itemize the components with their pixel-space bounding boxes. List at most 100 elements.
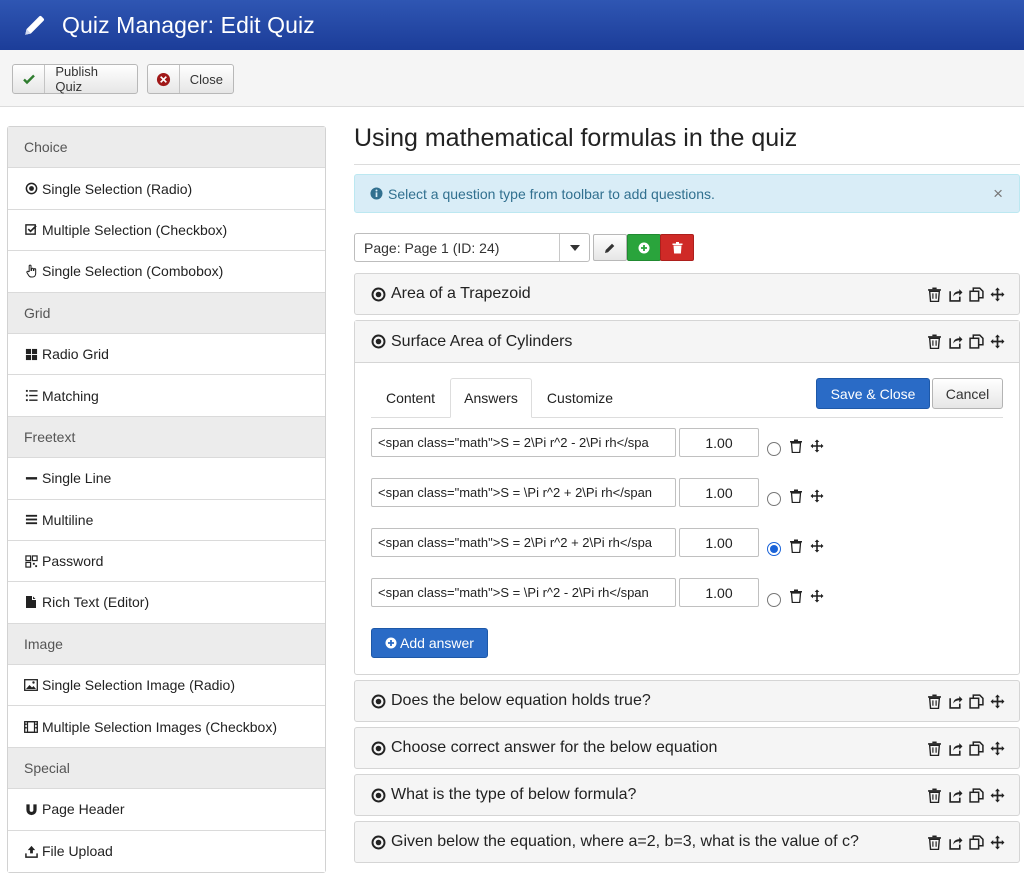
copy-icon[interactable] (969, 741, 984, 756)
answer-score-input[interactable]: 1.00 (679, 578, 759, 607)
tab-customize[interactable]: Customize (532, 378, 628, 418)
add-page-button[interactable] (627, 234, 661, 261)
sidebar-item-file-upload[interactable]: File Upload (8, 830, 325, 873)
trash-icon[interactable] (789, 539, 803, 553)
sidebar-item-label: Single Selection (Combobox) (42, 263, 224, 280)
sidebar-group-choice: Choice (8, 127, 325, 169)
radio-dot-icon (24, 182, 38, 196)
share-icon[interactable] (948, 287, 963, 302)
save-close-button[interactable]: Save & Close (816, 378, 930, 409)
answer-text-input[interactable]: <span class="math">S = \Pi r^2 + 2\Pi rh… (371, 478, 676, 507)
sidebar-item-single-selection-image[interactable]: Single Selection Image (Radio) (8, 665, 325, 707)
move-icon[interactable] (810, 589, 824, 603)
trash-icon[interactable] (927, 788, 942, 803)
sidebar-item-label: File Upload (42, 843, 113, 860)
answer-score-input[interactable]: 1.00 (679, 428, 759, 457)
minus-icon (24, 471, 38, 485)
sidebar-item-label: Single Selection Image (Radio) (42, 677, 235, 694)
sidebar-item-rich-text-editor[interactable]: Rich Text (Editor) (8, 582, 325, 624)
move-icon[interactable] (990, 694, 1005, 709)
grid-icon (24, 347, 38, 361)
question-actions (927, 694, 1005, 709)
tab-content[interactable]: Content (371, 378, 450, 418)
question-panel[interactable]: What is the type of below formula? (354, 774, 1020, 816)
sidebar-group-special: Special (8, 747, 325, 790)
copy-icon[interactable] (969, 788, 984, 803)
trash-icon[interactable] (789, 439, 803, 453)
sidebar-item-radio-grid[interactable]: Radio Grid (8, 333, 325, 376)
sidebar-item-multiple-selection-images[interactable]: Multiple Selection Images (Checkbox) (8, 706, 325, 748)
cancel-button[interactable]: Cancel (932, 378, 1003, 409)
copy-icon[interactable] (969, 287, 984, 302)
add-answer-button[interactable]: Add answer (371, 628, 488, 658)
info-circle-icon (370, 187, 383, 200)
copy-icon[interactable] (969, 334, 984, 349)
share-icon[interactable] (948, 694, 963, 709)
sidebar-item-password[interactable]: Password (8, 540, 325, 583)
question-title: Surface Area of Cylinders (391, 332, 573, 350)
page-title: Quiz Manager: Edit Quiz (62, 11, 315, 38)
close-label: Close (189, 71, 223, 87)
correct-answer-radio[interactable] (767, 492, 781, 506)
correct-answer-radio-selected[interactable] (767, 542, 781, 556)
sidebar-item-matching[interactable]: Matching (8, 375, 325, 417)
question-panel-expanded: Surface Area of Cylinders Content Answer… (354, 320, 1020, 675)
move-icon[interactable] (990, 741, 1005, 756)
tab-answers[interactable]: Answers (450, 378, 532, 418)
trash-icon[interactable] (927, 334, 942, 349)
answer-text-input[interactable]: <span class="math">S = 2\Pi r^2 - 2\Pi r… (371, 428, 676, 457)
sidebar-group-freetext: Freetext (8, 416, 325, 459)
question-panel[interactable]: Area of a Trapezoid (354, 273, 1020, 315)
share-icon[interactable] (948, 334, 963, 349)
question-panel[interactable]: Does the below equation holds true? (354, 680, 1020, 722)
page-select[interactable]: Page: Page 1 (ID: 24) (354, 233, 590, 262)
move-icon[interactable] (810, 489, 824, 503)
trash-icon[interactable] (927, 741, 942, 756)
radio-dot-icon (371, 741, 386, 755)
share-icon[interactable] (948, 835, 963, 850)
align-justify-icon (24, 513, 38, 527)
copy-icon[interactable] (969, 694, 984, 709)
trash-icon[interactable] (927, 287, 942, 302)
move-icon[interactable] (990, 287, 1005, 302)
trash-icon[interactable] (789, 589, 803, 603)
move-icon[interactable] (990, 334, 1005, 349)
edit-page-button[interactable] (593, 234, 627, 261)
share-icon[interactable] (948, 741, 963, 756)
close-circle-icon (148, 65, 180, 93)
sidebar-item-multiple-selection-checkbox[interactable]: Multiple Selection (Checkbox) (8, 209, 325, 252)
question-panel[interactable]: Choose correct answer for the below equa… (354, 727, 1020, 769)
sidebar-item-single-line[interactable]: Single Line (8, 458, 325, 500)
hand-pointer-icon (24, 264, 38, 278)
answer-score-input[interactable]: 1.00 (679, 478, 759, 507)
answer-text-input[interactable]: <span class="math">S = 2\Pi r^2 + 2\Pi r… (371, 528, 676, 557)
sidebar-item-page-header[interactable]: Page Header (8, 789, 325, 831)
move-icon[interactable] (810, 439, 824, 453)
sidebar-item-single-selection-radio[interactable]: Single Selection (Radio) (8, 168, 325, 210)
question-type-sidebar: Choice Single Selection (Radio) Multiple… (7, 126, 326, 874)
alert-close-icon[interactable]: × (993, 184, 1003, 204)
sidebar-item-single-selection-combobox[interactable]: Single Selection (Combobox) (8, 251, 325, 293)
answer-score-input[interactable]: 1.00 (679, 528, 759, 557)
correct-answer-radio[interactable] (767, 442, 781, 456)
question-panel[interactable]: Given below the equation, where a=2, b=3… (354, 821, 1020, 863)
delete-page-button[interactable] (660, 234, 694, 261)
sidebar-item-multiline[interactable]: Multiline (8, 499, 325, 541)
publish-quiz-button[interactable]: Publish Quiz (12, 64, 138, 94)
question-header[interactable]: Surface Area of Cylinders (355, 321, 1019, 363)
picture-icon (24, 678, 38, 692)
move-icon[interactable] (810, 539, 824, 553)
copy-icon[interactable] (969, 835, 984, 850)
trash-icon[interactable] (927, 694, 942, 709)
answer-text-input[interactable]: <span class="math">S = \Pi r^2 - 2\Pi rh… (371, 578, 676, 607)
close-button[interactable]: Close (147, 64, 234, 94)
trash-icon[interactable] (927, 835, 942, 850)
plus-circle-icon (385, 637, 397, 649)
move-icon[interactable] (990, 835, 1005, 850)
share-icon[interactable] (948, 788, 963, 803)
sidebar-item-label: Single Line (42, 470, 112, 487)
trash-icon[interactable] (789, 489, 803, 503)
correct-answer-radio[interactable] (767, 593, 781, 607)
trash-icon (672, 241, 682, 253)
move-icon[interactable] (990, 788, 1005, 803)
